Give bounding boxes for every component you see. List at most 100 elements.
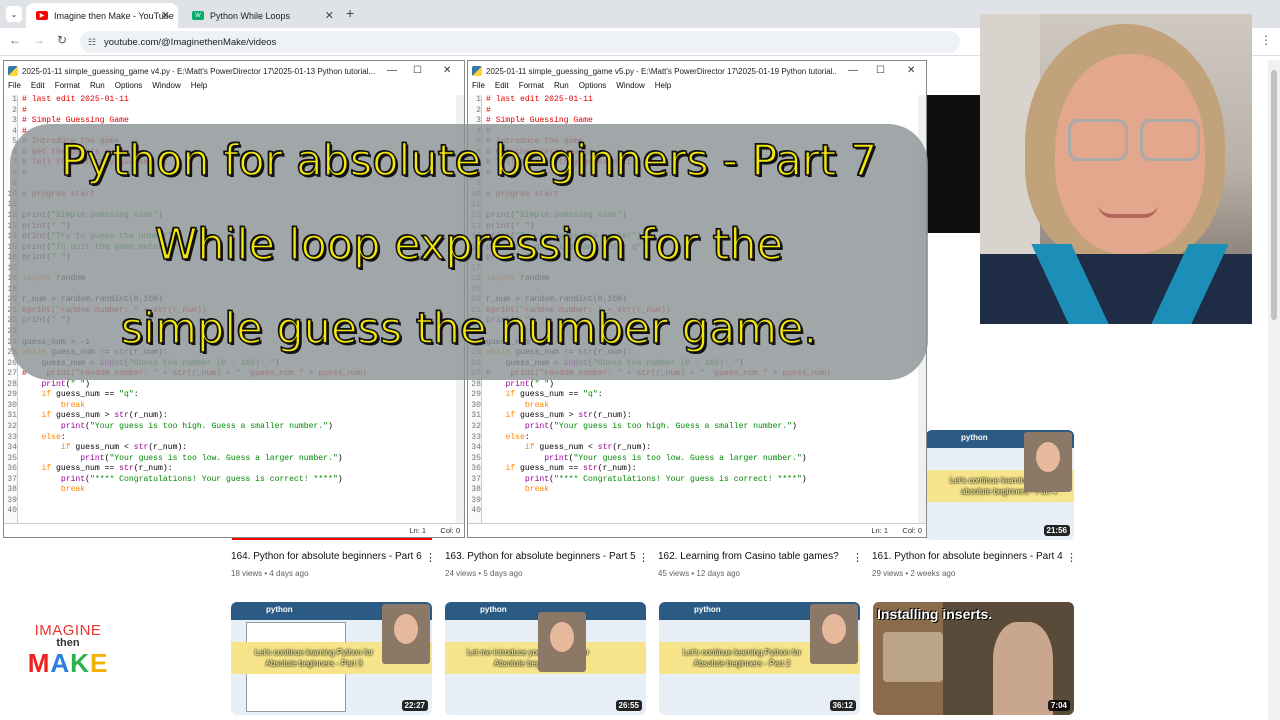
window-title: 2025-01-11 simple_guessing_game v4.py - …: [22, 66, 376, 76]
code-line[interactable]: if guess_num > str(r_num):: [22, 411, 367, 422]
browser-menu-icon[interactable]: ⋮: [1260, 33, 1272, 47]
video-thumbnail[interactable]: Installing inserts. 7:04: [873, 602, 1074, 715]
line-number: 31: [7, 411, 17, 421]
code-line[interactable]: if guess_num == str(r_num):: [486, 464, 831, 475]
code-line[interactable]: if guess_num == "q":: [486, 390, 831, 401]
line-number: 35: [471, 453, 481, 463]
close-icon[interactable]: ✕: [907, 65, 915, 76]
status-column: Col: 0: [440, 526, 460, 535]
close-icon[interactable]: ✕: [325, 9, 334, 22]
code-line[interactable]: print("Your guess is too low. Guess a la…: [22, 454, 367, 465]
code-line[interactable]: print("**** Congratulations! Your guess …: [486, 475, 831, 486]
video-title[interactable]: 164. Python for absolute beginners - Par…: [231, 551, 422, 562]
code-line[interactable]: break: [22, 485, 367, 496]
video-title-overlay: Python for absolute beginners - Part 7 W…: [10, 124, 928, 380]
code-line[interactable]: [486, 496, 831, 507]
code-line[interactable]: [22, 506, 367, 517]
maximize-icon[interactable]: ☐: [876, 65, 885, 76]
address-bar[interactable]: youtube.com/@ImaginethenMake/videos: [80, 31, 960, 53]
code-line[interactable]: print("Your guess is too low. Guess a la…: [486, 454, 831, 465]
code-line[interactable]: if guess_num == "q":: [22, 390, 367, 401]
line-number: 37: [7, 474, 17, 484]
line-number: 38: [7, 485, 17, 495]
line-number: 32: [471, 421, 481, 431]
more-options-icon[interactable]: ⋮: [638, 551, 649, 564]
tab-search-icon[interactable]: ⌄: [6, 6, 22, 22]
window-title-bar[interactable]: 2025-01-11 simple_guessing_game v4.py - …: [4, 61, 464, 81]
code-line[interactable]: print(" "): [486, 380, 831, 391]
code-line[interactable]: #: [22, 106, 367, 117]
menu-format[interactable]: Format: [519, 81, 544, 95]
line-number: 38: [471, 485, 481, 495]
menu-help[interactable]: Help: [655, 81, 671, 95]
url-text: youtube.com/@ImaginethenMake/videos: [104, 36, 277, 48]
menu-file[interactable]: File: [472, 81, 485, 95]
code-line[interactable]: break: [486, 485, 831, 496]
video-duration: 21:56: [1043, 525, 1070, 536]
menu-file[interactable]: File: [8, 81, 21, 95]
menu-window[interactable]: Window: [616, 81, 644, 95]
tab-youtube[interactable]: ▶ Imagine then Make - YouTube ✕: [26, 3, 178, 28]
back-arrow-icon[interactable]: ←: [9, 33, 21, 47]
menu-run[interactable]: Run: [90, 81, 105, 95]
code-line[interactable]: if guess_num < str(r_num):: [22, 443, 367, 454]
more-options-icon[interactable]: ⋮: [852, 551, 863, 564]
menu-run[interactable]: Run: [554, 81, 569, 95]
menu-help[interactable]: Help: [191, 81, 207, 95]
code-line[interactable]: else:: [22, 433, 367, 444]
menu-edit[interactable]: Edit: [31, 81, 45, 95]
python-icon: [8, 66, 18, 76]
close-icon[interactable]: ✕: [161, 9, 170, 22]
video-thumbnail[interactable]: python Let me introduce you to Python fo…: [445, 602, 646, 715]
forward-arrow-icon[interactable]: →: [33, 33, 45, 47]
code-line[interactable]: else:: [486, 433, 831, 444]
video-duration: 22:27: [401, 700, 428, 711]
code-line[interactable]: if guess_num > str(r_num):: [486, 411, 831, 422]
minimize-icon[interactable]: —: [387, 65, 397, 76]
more-options-icon[interactable]: ⋮: [425, 551, 436, 564]
video-thumbnail[interactable]: python Let's continue learning Python fo…: [231, 602, 432, 715]
video-title[interactable]: 162. Learning from Casino table games?: [658, 551, 839, 562]
video-meta: 45 views • 12 days ago: [658, 569, 740, 578]
new-tab-plus-icon[interactable]: +: [346, 5, 354, 21]
menu-options[interactable]: Options: [115, 81, 143, 95]
video-title[interactable]: 161. Python for absolute beginners - Par…: [872, 551, 1063, 562]
overlay-line3: simple guess the number game.: [120, 303, 818, 355]
code-line[interactable]: print("Your guess is too high. Guess a s…: [486, 422, 831, 433]
code-line[interactable]: [486, 506, 831, 517]
tab-python-while-loops[interactable]: W Python While Loops ✕: [182, 3, 342, 28]
menu-edit[interactable]: Edit: [495, 81, 509, 95]
menu-options[interactable]: Options: [579, 81, 607, 95]
video-thumbnail[interactable]: python Let's continue learning Python fo…: [926, 430, 1074, 540]
site-info-icon[interactable]: ☷: [88, 37, 96, 48]
video-duration: 7:04: [1047, 700, 1070, 711]
video-title[interactable]: 163. Python for absolute beginners - Par…: [445, 551, 636, 562]
code-line[interactable]: print("Your guess is too high. Guess a s…: [22, 422, 367, 433]
youtube-icon: ▶: [36, 11, 48, 20]
code-line[interactable]: if guess_num == str(r_num):: [22, 464, 367, 475]
page-scrollbar-thumb[interactable]: [1271, 70, 1277, 320]
close-icon[interactable]: ✕: [443, 65, 451, 76]
thumbnail-text: Let's continue learning Python for Absol…: [682, 648, 802, 668]
menu-bar: File Edit Format Run Options Window Help: [4, 81, 464, 95]
code-line[interactable]: print("**** Congratulations! Your guess …: [22, 475, 367, 486]
code-line[interactable]: #: [486, 106, 831, 117]
window-title-bar[interactable]: 2025-01-11 simple_guessing_game v5.py - …: [468, 61, 926, 81]
code-line[interactable]: # last edit 2025-01-11: [486, 95, 831, 106]
video-meta: 18 views • 4 days ago: [231, 569, 309, 578]
code-line[interactable]: # last edit 2025-01-11: [22, 95, 367, 106]
menu-window[interactable]: Window: [152, 81, 180, 95]
video-thumbnail[interactable]: python Let's continue learning Python fo…: [659, 602, 860, 715]
video-meta: 29 views • 2 weeks ago: [872, 569, 956, 578]
code-line[interactable]: [22, 496, 367, 507]
code-line[interactable]: if guess_num < str(r_num):: [486, 443, 831, 454]
maximize-icon[interactable]: ☐: [413, 65, 422, 76]
code-line[interactable]: break: [486, 401, 831, 412]
menu-format[interactable]: Format: [55, 81, 80, 95]
minimize-icon[interactable]: —: [848, 65, 858, 76]
reload-icon[interactable]: ↻: [57, 33, 67, 47]
status-bar: Ln: 1 Col: 0: [4, 523, 464, 537]
code-line[interactable]: print(" "): [22, 380, 367, 391]
more-options-icon[interactable]: ⋮: [1066, 551, 1077, 564]
code-line[interactable]: break: [22, 401, 367, 412]
